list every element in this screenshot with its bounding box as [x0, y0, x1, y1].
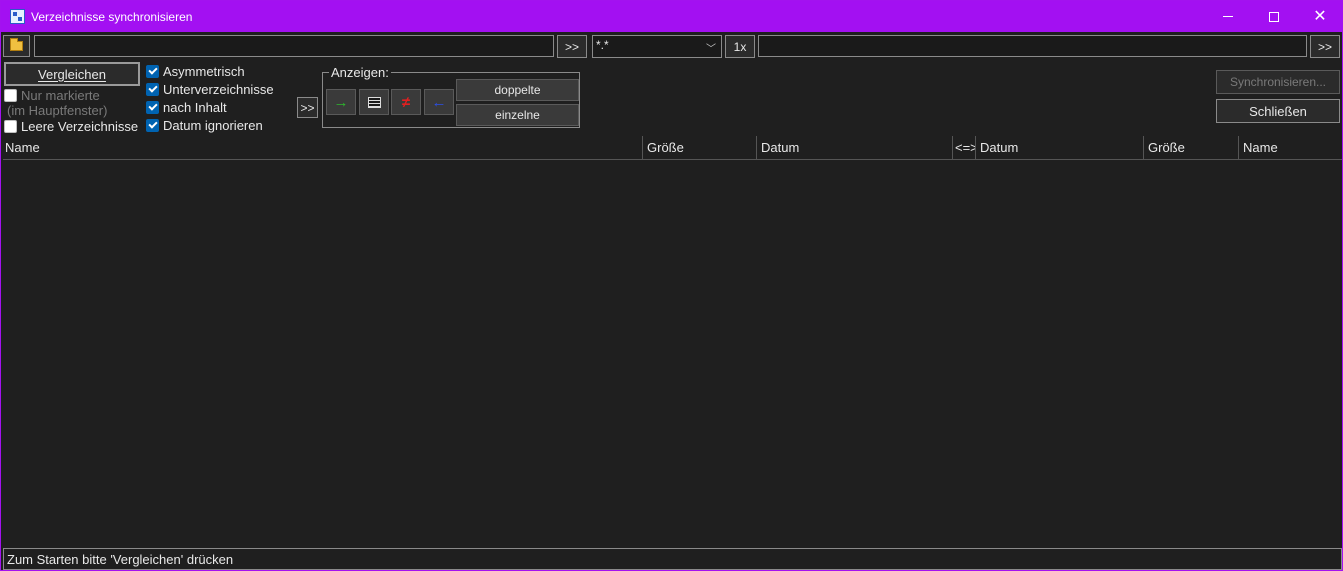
by-content-checkbox[interactable]: nach Inhalt	[146, 100, 227, 115]
by-content-box[interactable]	[146, 101, 159, 114]
chevron-down-icon: ﹀	[706, 44, 716, 55]
ignore-date-box[interactable]	[146, 119, 159, 132]
asymmetric-label: Asymmetrisch	[163, 64, 245, 79]
minimize-button[interactable]	[1205, 1, 1251, 32]
title-bar[interactable]: Verzeichnisse synchronisieren ✕	[1, 1, 1342, 32]
duplicates-button[interactable]: doppelte	[456, 79, 579, 101]
status-bar: Zum Starten bitte 'Vergleichen' drücken	[3, 548, 1342, 570]
empty-dirs-box[interactable]	[4, 120, 17, 133]
not-equal-icon: ≠	[401, 93, 411, 111]
by-content-label: nach Inhalt	[163, 100, 227, 115]
ignore-date-label: Datum ignorieren	[163, 118, 263, 133]
compare-list-header: Name Größe Datum <=> Datum Größe Name	[3, 136, 1342, 160]
equal-icon	[367, 96, 381, 108]
left-path-input[interactable]	[34, 35, 554, 57]
arrow-left-icon: ←	[431, 93, 447, 111]
filter-value: *.*	[596, 38, 609, 52]
empty-dirs-label: Leere Verzeichnisse	[21, 119, 139, 134]
arrow-right-icon: →	[333, 93, 349, 111]
subdirs-label: Unterverzeichnisse	[163, 82, 274, 97]
column-date-right[interactable]: Datum	[975, 136, 1143, 159]
left-path-history-button[interactable]: >>	[557, 35, 587, 58]
show-group-label: Anzeigen:	[329, 65, 391, 80]
singles-button[interactable]: einzelne	[456, 104, 579, 126]
right-path-history-button[interactable]: >>	[1310, 35, 1340, 58]
column-name-right[interactable]: Name	[1238, 136, 1342, 159]
folder-icon	[10, 38, 23, 51]
status-text: Zum Starten bitte 'Vergleichen' drücken	[7, 552, 234, 567]
subdirs-checkbox[interactable]: Unterverzeichnisse	[146, 82, 274, 97]
column-size-left[interactable]: Größe	[642, 136, 756, 159]
column-compare[interactable]: <=>	[952, 136, 975, 159]
sync-window: Verzeichnisse synchronisieren ✕ >> *.* ﹀…	[0, 0, 1343, 571]
subdirs-box[interactable]	[146, 83, 159, 96]
asymmetric-box[interactable]	[146, 65, 159, 78]
expand-options-button[interactable]: >>	[297, 97, 318, 118]
compare-button-label: Vergleichen	[38, 66, 106, 82]
show-copy-left-button[interactable]: ←	[424, 89, 454, 115]
show-equal-button[interactable]	[359, 89, 389, 115]
column-date-left[interactable]: Datum	[756, 136, 952, 159]
window-title: Verzeichnisse synchronisieren	[31, 10, 193, 24]
show-copy-right-button[interactable]: →	[326, 89, 356, 115]
maximize-button[interactable]	[1251, 1, 1297, 32]
ignore-date-checkbox[interactable]: Datum ignorieren	[146, 118, 263, 133]
app-icon	[10, 9, 25, 24]
show-not-equal-button[interactable]: ≠	[391, 89, 421, 115]
column-size-right[interactable]: Größe	[1143, 136, 1238, 159]
once-button[interactable]: 1x	[725, 35, 755, 58]
column-name-left[interactable]: Name	[3, 136, 642, 159]
only-marked-box[interactable]	[4, 89, 17, 102]
only-marked-checkbox[interactable]: Nur markierte	[4, 88, 100, 103]
only-marked-label: Nur markierte	[21, 88, 100, 103]
close-button[interactable]: Schließen	[1216, 99, 1340, 123]
synchronize-button[interactable]: Synchronisieren...	[1216, 70, 1340, 94]
close-icon: ✕	[1313, 7, 1327, 25]
only-marked-hint: (im Hauptfenster)	[7, 103, 108, 118]
compare-list[interactable]	[3, 160, 1342, 548]
asymmetric-checkbox[interactable]: Asymmetrisch	[146, 64, 245, 79]
empty-dirs-checkbox[interactable]: Leere Verzeichnisse	[4, 119, 138, 134]
right-path-input[interactable]	[758, 35, 1307, 57]
maximize-icon	[1269, 11, 1279, 22]
filter-select[interactable]: *.* ﹀	[592, 35, 722, 58]
minimize-icon	[1223, 16, 1233, 17]
browse-folder-button[interactable]	[3, 35, 30, 57]
compare-button[interactable]: Vergleichen	[4, 62, 140, 86]
close-window-button[interactable]: ✕	[1297, 1, 1343, 32]
